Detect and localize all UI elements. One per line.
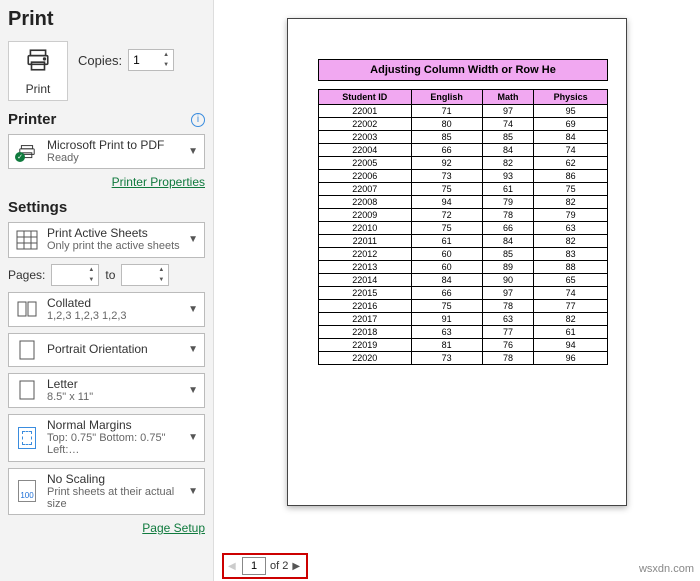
page-title: Print (8, 8, 205, 31)
settings-heading: Settings (8, 199, 67, 216)
collation-line2: 1,2,3 1,2,3 1,2,3 (47, 310, 180, 322)
table-row: 22002807469 (319, 118, 608, 131)
chevron-down-icon: ▼ (188, 146, 198, 157)
print-what-line1: Print Active Sheets (47, 227, 180, 240)
table-row: 22001719795 (319, 105, 608, 118)
scaling-line1: No Scaling (47, 473, 180, 486)
table-row: 22018637761 (319, 326, 608, 339)
pages-to-input[interactable]: ▲▼ (121, 264, 169, 286)
table-header: English (411, 90, 482, 105)
prev-page-button[interactable]: ◀ (228, 561, 238, 572)
table-row: 22017916382 (319, 313, 608, 326)
table-header: Student ID (319, 90, 412, 105)
portrait-icon (15, 340, 39, 360)
scaling-select[interactable]: 100 No Scaling Print sheets at their act… (8, 468, 205, 515)
table-row: 22009727879 (319, 209, 608, 222)
paper-size-select[interactable]: Letter 8.5" x 11" ▼ (8, 373, 205, 408)
chevron-down-icon: ▼ (188, 385, 198, 396)
printer-properties-link[interactable]: Printer Properties (8, 175, 205, 189)
printer-icon (25, 47, 51, 78)
table-header: Physics (534, 90, 608, 105)
scaling-line2: Print sheets at their actual size (47, 486, 180, 510)
table-row: 22012608583 (319, 248, 608, 261)
table-header: Math (482, 90, 533, 105)
preview-table: Student IDEnglishMathPhysics 22001719795… (318, 89, 608, 365)
orientation-line1: Portrait Orientation (47, 343, 180, 356)
chevron-down-icon: ▼ (188, 344, 198, 355)
collation-line1: Collated (47, 297, 180, 310)
page-number-input[interactable] (242, 557, 266, 575)
watermark: wsxdn.com (639, 563, 694, 575)
chevron-down-icon: ▼ (188, 304, 198, 315)
table-row: 22014849065 (319, 274, 608, 287)
table-row: 22006739386 (319, 170, 608, 183)
page-setup-link[interactable]: Page Setup (8, 521, 205, 535)
printer-name: Microsoft Print to PDF (47, 139, 180, 152)
copies-label: Copies: (78, 53, 122, 68)
page-icon (15, 380, 39, 400)
sheet-title: Adjusting Column Width or Row He (318, 59, 608, 81)
printer-status-icon: ✓ (17, 144, 37, 160)
info-icon[interactable]: i (191, 113, 205, 127)
table-row: 22013608988 (319, 261, 608, 274)
table-row: 22011618482 (319, 235, 608, 248)
print-what-select[interactable]: Print Active Sheets Only print the activ… (8, 222, 205, 257)
margins-icon (18, 427, 36, 449)
page-total-label: of 2 (270, 560, 288, 572)
copies-down[interactable]: ▼ (159, 60, 173, 70)
table-row: 22016757877 (319, 300, 608, 313)
print-button-label: Print (26, 82, 51, 96)
margins-select[interactable]: Normal Margins Top: 0.75" Bottom: 0.75" … (8, 414, 205, 461)
pages-from-input[interactable]: ▲▼ (51, 264, 99, 286)
print-preview: Adjusting Column Width or Row He Student… (214, 0, 700, 551)
printer-heading: Printer (8, 111, 56, 128)
collation-select[interactable]: Collated 1,2,3 1,2,3 1,2,3 ▼ (8, 292, 205, 327)
table-row: 22015669774 (319, 287, 608, 300)
print-what-line2: Only print the active sheets (47, 240, 180, 252)
table-row: 22008947982 (319, 196, 608, 209)
printer-select[interactable]: ✓ Microsoft Print to PDF Ready ▼ (8, 134, 205, 169)
copies-field[interactable] (129, 53, 159, 67)
table-row: 22020737896 (319, 352, 608, 365)
table-row: 22007756175 (319, 183, 608, 196)
margins-line1: Normal Margins (47, 419, 180, 432)
pages-to-label: to (105, 268, 115, 282)
table-row: 22005928262 (319, 157, 608, 170)
collate-icon (15, 299, 39, 319)
table-row: 22010756663 (319, 222, 608, 235)
chevron-down-icon: ▼ (188, 486, 198, 497)
printer-status: Ready (47, 152, 180, 164)
copies-up[interactable]: ▲ (159, 50, 173, 60)
chevron-down-icon: ▼ (188, 432, 198, 443)
paper-line2: 8.5" x 11" (47, 391, 180, 403)
table-row: 22003858584 (319, 131, 608, 144)
pages-label: Pages: (8, 268, 45, 282)
sheets-icon (15, 230, 39, 250)
table-row: 22004668474 (319, 144, 608, 157)
print-button[interactable]: Print (8, 41, 68, 101)
chevron-down-icon: ▼ (188, 234, 198, 245)
orientation-select[interactable]: Portrait Orientation ▼ (8, 333, 205, 367)
copies-input[interactable]: ▲▼ (128, 49, 174, 71)
margins-line2: Top: 0.75" Bottom: 0.75" Left:… (47, 432, 180, 456)
paper-line1: Letter (47, 378, 180, 391)
page-navigator: ◀ of 2 ▶ (222, 553, 308, 579)
scaling-icon: 100 (18, 480, 36, 502)
preview-page: Adjusting Column Width or Row He Student… (287, 18, 627, 506)
next-page-button[interactable]: ▶ (292, 561, 302, 572)
table-row: 22019817694 (319, 339, 608, 352)
